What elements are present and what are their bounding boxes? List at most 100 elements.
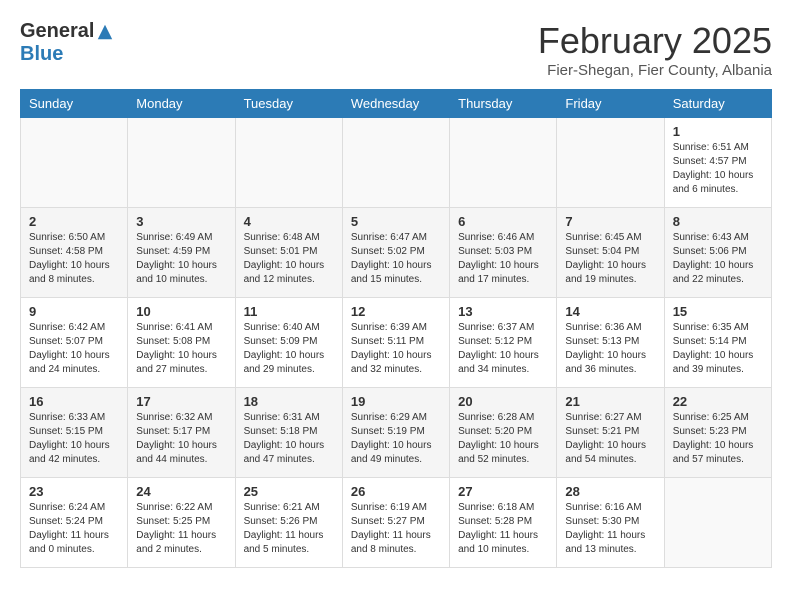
- header-friday: Friday: [557, 90, 664, 118]
- day-info: Sunrise: 6:33 AM Sunset: 5:15 PM Dayligh…: [29, 411, 119, 467]
- table-row: [235, 118, 342, 208]
- day-info: Sunrise: 6:32 AM Sunset: 5:17 PM Dayligh…: [136, 411, 226, 467]
- day-info: Sunrise: 6:43 AM Sunset: 5:06 PM Dayligh…: [673, 231, 763, 287]
- day-number: 18: [244, 394, 334, 409]
- day-number: 25: [244, 484, 334, 499]
- table-row: 21Sunrise: 6:27 AM Sunset: 5:21 PM Dayli…: [557, 388, 664, 478]
- day-number: 19: [351, 394, 441, 409]
- day-number: 9: [29, 304, 119, 319]
- day-info: Sunrise: 6:42 AM Sunset: 5:07 PM Dayligh…: [29, 321, 119, 377]
- table-row: [21, 118, 128, 208]
- calendar-week-row: 16 Sunrise: 6:33 AM Sunset: 5:15 PM Dayli…: [21, 388, 772, 478]
- table-row: 7 Sunrise: 6:45 AM Sunset: 5:04 PM Daylig…: [557, 208, 664, 298]
- logo: General Blue: [20, 20, 114, 66]
- day-number: 16: [29, 394, 119, 409]
- table-row: 18 Sunrise: 6:31 AM Sunset: 5:18 PM Dayli…: [235, 388, 342, 478]
- table-row: 1Sunrise: 6:51 AM Sunset: 4:57 PM Daylig…: [664, 118, 771, 208]
- table-row: [128, 118, 235, 208]
- day-info: Sunrise: 6:45 AM Sunset: 5:04 PM Dayligh…: [565, 231, 655, 287]
- day-info: Sunrise: 6:35 AM Sunset: 5:14 PM Dayligh…: [673, 321, 763, 377]
- header-thursday: Thursday: [450, 90, 557, 118]
- table-row: 16 Sunrise: 6:33 AM Sunset: 5:15 PM Dayli…: [21, 388, 128, 478]
- calendar-week-row: 1Sunrise: 6:51 AM Sunset: 4:57 PM Daylig…: [21, 118, 772, 208]
- day-info: Sunrise: 6:31 AM Sunset: 5:18 PM Dayligh…: [244, 411, 334, 467]
- table-row: 5 Sunrise: 6:47 AM Sunset: 5:02 PM Daylig…: [342, 208, 449, 298]
- day-info: Sunrise: 6:39 AM Sunset: 5:11 PM Dayligh…: [351, 321, 441, 377]
- calendar-table: Sunday Monday Tuesday Wednesday Thursday…: [20, 89, 772, 568]
- day-number: 7: [565, 214, 655, 229]
- day-info: Sunrise: 6:18 AM Sunset: 5:28 PM Dayligh…: [458, 501, 548, 557]
- day-number: 23: [29, 484, 119, 499]
- table-row: 25 Sunrise: 6:21 AM Sunset: 5:26 PM Dayli…: [235, 478, 342, 568]
- day-info: Sunrise: 6:25 AM Sunset: 5:23 PM Dayligh…: [673, 411, 763, 467]
- day-info: Sunrise: 6:22 AM Sunset: 5:25 PM Dayligh…: [136, 501, 226, 557]
- day-info: Sunrise: 6:16 AM Sunset: 5:30 PM Dayligh…: [565, 501, 655, 557]
- day-info: Sunrise: 6:37 AM Sunset: 5:12 PM Dayligh…: [458, 321, 548, 377]
- day-number: 3: [136, 214, 226, 229]
- day-number: 4: [244, 214, 334, 229]
- table-row: 23 Sunrise: 6:24 AM Sunset: 5:24 PM Dayli…: [21, 478, 128, 568]
- day-info: Sunrise: 6:46 AM Sunset: 5:03 PM Dayligh…: [458, 231, 548, 287]
- header-wednesday: Wednesday: [342, 90, 449, 118]
- day-info: Sunrise: 6:24 AM Sunset: 5:24 PM Dayligh…: [29, 501, 119, 557]
- location-title: Fier-Shegan, Fier County, Albania: [538, 62, 772, 79]
- calendar-week-row: 23 Sunrise: 6:24 AM Sunset: 5:24 PM Dayli…: [21, 478, 772, 568]
- day-number: 13: [458, 304, 548, 319]
- table-row: 13 Sunrise: 6:37 AM Sunset: 5:12 PM Dayli…: [450, 298, 557, 388]
- table-row: 15 Sunrise: 6:35 AM Sunset: 5:14 PM Dayli…: [664, 298, 771, 388]
- header-saturday: Saturday: [664, 90, 771, 118]
- table-row: 3 Sunrise: 6:49 AM Sunset: 4:59 PM Daylig…: [128, 208, 235, 298]
- table-row: 11 Sunrise: 6:40 AM Sunset: 5:09 PM Dayli…: [235, 298, 342, 388]
- table-row: 27Sunrise: 6:18 AM Sunset: 5:28 PM Dayli…: [450, 478, 557, 568]
- table-row: 9 Sunrise: 6:42 AM Sunset: 5:07 PM Daylig…: [21, 298, 128, 388]
- day-number: 14: [565, 304, 655, 319]
- table-row: 12 Sunrise: 6:39 AM Sunset: 5:11 PM Dayli…: [342, 298, 449, 388]
- day-number: 24: [136, 484, 226, 499]
- table-row: 22 Sunrise: 6:25 AM Sunset: 5:23 PM Dayli…: [664, 388, 771, 478]
- table-row: 20 Sunrise: 6:28 AM Sunset: 5:20 PM Dayli…: [450, 388, 557, 478]
- day-number: 26: [351, 484, 441, 499]
- table-row: [664, 478, 771, 568]
- header-sunday: Sunday: [21, 90, 128, 118]
- day-number: 20: [458, 394, 548, 409]
- day-info: Sunrise: 6:47 AM Sunset: 5:02 PM Dayligh…: [351, 231, 441, 287]
- day-info: Sunrise: 6:49 AM Sunset: 4:59 PM Dayligh…: [136, 231, 226, 287]
- day-number: 5: [351, 214, 441, 229]
- table-row: 26Sunrise: 6:19 AM Sunset: 5:27 PM Dayli…: [342, 478, 449, 568]
- day-info: Sunrise: 6:48 AM Sunset: 5:01 PM Dayligh…: [244, 231, 334, 287]
- month-title: February 2025: [538, 20, 772, 62]
- day-info: Sunrise: 6:28 AM Sunset: 5:20 PM Dayligh…: [458, 411, 548, 467]
- day-number: 11: [244, 304, 334, 319]
- day-number: 1: [673, 124, 763, 139]
- day-number: 21: [565, 394, 655, 409]
- day-number: 28: [565, 484, 655, 499]
- table-row: 17 Sunrise: 6:32 AM Sunset: 5:17 PM Dayli…: [128, 388, 235, 478]
- table-row: 24 Sunrise: 6:22 AM Sunset: 5:25 PM Dayli…: [128, 478, 235, 568]
- day-number: 8: [673, 214, 763, 229]
- calendar-header-row: Sunday Monday Tuesday Wednesday Thursday…: [21, 90, 772, 118]
- day-number: 15: [673, 304, 763, 319]
- day-info: Sunrise: 6:36 AM Sunset: 5:13 PM Dayligh…: [565, 321, 655, 377]
- day-number: 12: [351, 304, 441, 319]
- table-row: [342, 118, 449, 208]
- header-monday: Monday: [128, 90, 235, 118]
- table-row: 14 Sunrise: 6:36 AM Sunset: 5:13 PM Dayli…: [557, 298, 664, 388]
- day-info: Sunrise: 6:29 AM Sunset: 5:19 PM Dayligh…: [351, 411, 441, 467]
- day-info: Sunrise: 6:41 AM Sunset: 5:08 PM Dayligh…: [136, 321, 226, 377]
- day-info: Sunrise: 6:21 AM Sunset: 5:26 PM Dayligh…: [244, 501, 334, 557]
- day-number: 6: [458, 214, 548, 229]
- header-tuesday: Tuesday: [235, 90, 342, 118]
- table-row: [557, 118, 664, 208]
- day-number: 10: [136, 304, 226, 319]
- day-number: 17: [136, 394, 226, 409]
- day-number: 22: [673, 394, 763, 409]
- table-row: 19 Sunrise: 6:29 AM Sunset: 5:19 PM Dayli…: [342, 388, 449, 478]
- day-info: Sunrise: 6:40 AM Sunset: 5:09 PM Dayligh…: [244, 321, 334, 377]
- table-row: 4 Sunrise: 6:48 AM Sunset: 5:01 PM Daylig…: [235, 208, 342, 298]
- table-row: 8 Sunrise: 6:43 AM Sunset: 5:06 PM Daylig…: [664, 208, 771, 298]
- logo-general-text: General: [20, 20, 94, 43]
- calendar-week-row: 9 Sunrise: 6:42 AM Sunset: 5:07 PM Daylig…: [21, 298, 772, 388]
- title-section: February 2025 Fier-Shegan, Fier County, …: [538, 20, 772, 79]
- day-number: 2: [29, 214, 119, 229]
- header: General Blue February 2025 Fier-Shegan, …: [20, 20, 772, 79]
